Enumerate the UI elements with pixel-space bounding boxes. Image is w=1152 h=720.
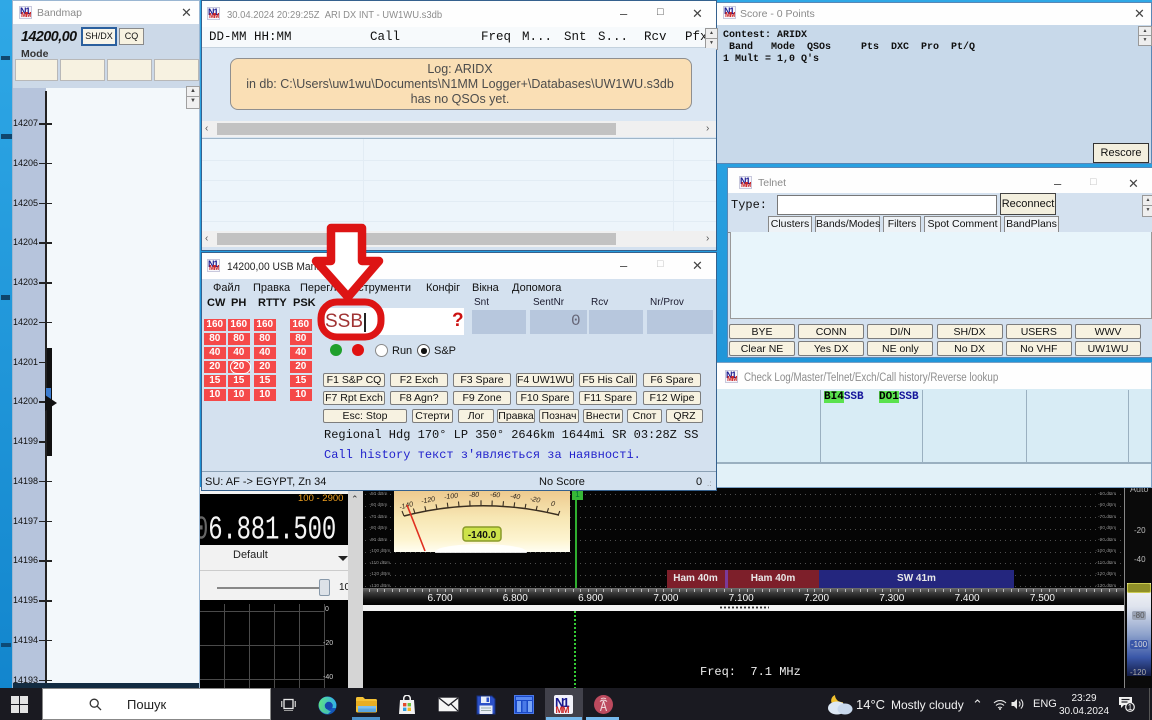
svg-text:1: 1: [1128, 703, 1133, 712]
svg-text:-40: -40: [510, 493, 521, 501]
svg-text:-140.0: -140.0: [468, 530, 497, 541]
svg-text:-80: -80: [469, 492, 479, 499]
svg-text:-60: -60: [490, 492, 501, 500]
